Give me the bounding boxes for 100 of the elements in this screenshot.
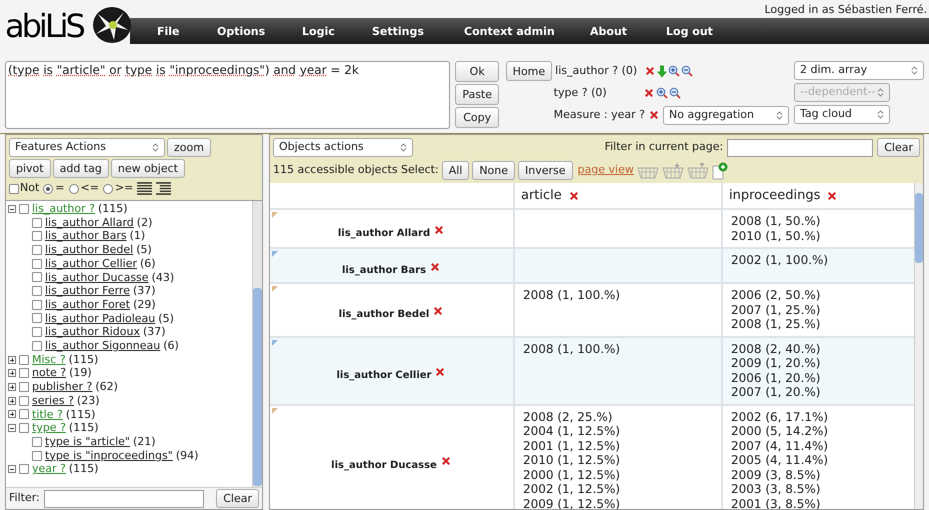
filter-field[interactable] — [44, 490, 204, 508]
checkbox[interactable] — [32, 258, 42, 269]
checkbox[interactable] — [32, 231, 42, 242]
checkbox[interactable] — [32, 313, 42, 324]
checkbox[interactable] — [32, 450, 42, 460]
checkbox[interactable] — [32, 300, 42, 310]
radio-button[interactable] — [68, 184, 78, 194]
list-icon[interactable] — [137, 182, 152, 195]
remove-icon[interactable] — [433, 224, 446, 236]
checkbox[interactable] — [19, 423, 29, 434]
feature-link[interactable]: title ? — [32, 408, 63, 422]
select-button[interactable]: Inverse — [518, 161, 573, 180]
checkbox[interactable] — [19, 396, 29, 406]
remove-icon[interactable] — [434, 366, 446, 378]
checkbox[interactable] — [19, 409, 29, 420]
feature-link[interactable]: note ? — [32, 366, 66, 380]
checkbox[interactable] — [32, 436, 42, 447]
feature-link[interactable]: lis_author Bedel — [45, 243, 134, 257]
home-button[interactable]: Home — [506, 61, 552, 81]
menu-item[interactable]: Log out — [666, 24, 713, 40]
remove-icon[interactable] — [642, 87, 655, 99]
feature-link[interactable]: Misc ? — [32, 352, 66, 366]
feature-link[interactable]: lis_author Ridoux — [45, 325, 140, 340]
feature-link[interactable]: series ? — [32, 394, 74, 408]
new-document-icon[interactable] — [712, 162, 728, 180]
menu-item[interactable]: File — [157, 24, 180, 40]
feature-link[interactable]: year ? — [32, 462, 66, 476]
clear-button[interactable]: Clear — [216, 489, 259, 508]
query-button[interactable]: Ok — [455, 61, 500, 82]
expand-icon[interactable] — [8, 410, 16, 418]
collapse-icon[interactable] — [8, 424, 16, 432]
feature-button[interactable]: new object — [110, 159, 185, 178]
select-button[interactable]: None — [472, 161, 516, 180]
feature-button[interactable]: add tag — [52, 159, 109, 178]
feature-link[interactable]: type is "article" — [45, 434, 130, 449]
basket-download-icon[interactable] — [662, 162, 684, 178]
checkbox[interactable] — [32, 327, 42, 338]
checkbox[interactable] — [19, 382, 29, 392]
checkbox[interactable] — [19, 204, 29, 214]
scrollbar-thumb[interactable] — [915, 193, 923, 263]
expand-icon[interactable] — [8, 369, 16, 378]
expand-icon[interactable] — [8, 356, 16, 364]
remove-icon[interactable] — [429, 260, 442, 272]
checkbox[interactable] — [19, 464, 29, 474]
feature-link[interactable]: lis_author Allard — [45, 216, 134, 230]
checkbox[interactable] — [32, 340, 42, 351]
remove-icon[interactable] — [648, 109, 660, 121]
feature-link[interactable]: lis_author Sigonneau — [45, 339, 160, 353]
zoom-out-icon[interactable] — [668, 87, 681, 99]
features-actions-select[interactable]: Features Actions — [9, 138, 165, 157]
menu-item[interactable]: About — [590, 24, 628, 40]
select-button[interactable]: All — [442, 161, 470, 180]
feature-button[interactable]: pivot — [9, 159, 51, 178]
feature-link[interactable]: lis_author Cellier — [45, 256, 137, 271]
clear-button[interactable]: Clear — [877, 138, 920, 157]
checkbox[interactable] — [32, 286, 42, 296]
feature-link[interactable]: lis_author Bars — [45, 229, 127, 244]
view-select[interactable]: 2 dim. array — [794, 61, 924, 80]
zoom-in-icon[interactable] — [656, 87, 668, 99]
remove-icon[interactable] — [644, 65, 656, 77]
zoom-out-icon[interactable] — [681, 65, 694, 77]
feature-link[interactable]: lis_author Padioleau — [45, 312, 156, 326]
feature-link[interactable]: publisher ? — [32, 380, 92, 394]
feature-link[interactable]: type ? — [32, 421, 66, 435]
menu-item[interactable]: Context admin — [464, 24, 555, 40]
checkbox[interactable] — [32, 272, 42, 282]
remove-icon[interactable] — [440, 455, 452, 468]
filter-field[interactable] — [727, 138, 874, 156]
remove-icon[interactable] — [826, 190, 838, 202]
feature-link[interactable]: lis_author Ducasse — [45, 270, 149, 284]
checkbox[interactable] — [32, 218, 42, 228]
zoom-button[interactable]: zoom — [167, 138, 211, 157]
zoom-in-icon[interactable] — [668, 65, 680, 77]
scrollbar-thumb[interactable] — [253, 288, 262, 486]
expand-icon[interactable] — [8, 382, 16, 391]
feature-link[interactable]: lis_author Foret — [45, 298, 130, 312]
menu-item[interactable]: Options — [217, 24, 266, 40]
aggregation-select[interactable]: No aggregation — [663, 106, 789, 124]
checkbox[interactable] — [32, 244, 42, 255]
checkbox[interactable] — [9, 184, 19, 194]
query-button[interactable]: Paste — [455, 84, 500, 105]
expand-icon[interactable] — [8, 396, 16, 405]
view-select[interactable]: Tag cloud — [794, 105, 890, 124]
remove-icon[interactable] — [432, 304, 444, 317]
feature-link[interactable]: lis_author Ferre — [45, 284, 130, 298]
radio-button[interactable] — [102, 184, 113, 194]
collapse-icon[interactable] — [8, 465, 16, 474]
query-button[interactable]: Copy — [455, 107, 500, 128]
collapse-icon[interactable] — [8, 204, 16, 213]
menu-item[interactable]: Logic — [302, 24, 335, 40]
checkbox[interactable] — [19, 354, 29, 365]
objects-actions-select[interactable]: Objects actions — [273, 138, 413, 157]
checkbox[interactable] — [19, 368, 29, 378]
query-field[interactable]: (type is "article" or type is "inproceedings") and year = 2k — [5, 61, 450, 129]
remove-icon[interactable] — [568, 190, 580, 202]
indented-list-icon[interactable] — [156, 182, 172, 195]
basket-upload-icon[interactable] — [686, 162, 709, 178]
feature-link[interactable]: lis_author ? — [32, 202, 95, 216]
menu-item[interactable]: Settings — [372, 24, 424, 40]
feature-link[interactable]: type is "inproceedings" — [45, 448, 173, 462]
